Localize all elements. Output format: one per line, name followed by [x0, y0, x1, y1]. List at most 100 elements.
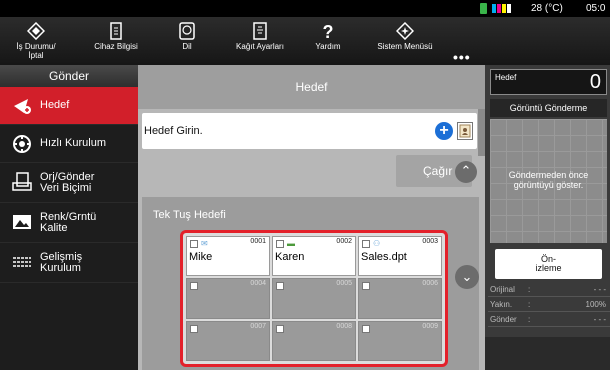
- recall-label: Çağır: [423, 164, 453, 178]
- send-icon: [14, 99, 31, 114]
- key-number: 0009: [422, 322, 438, 330]
- quick-setup-icon: [13, 135, 31, 153]
- screen: { "status": { "temperature": "28 (°C)", …: [0, 0, 610, 370]
- one-touch-key[interactable]: 0007: [186, 320, 270, 361]
- more-menu-button[interactable]: •••: [453, 49, 471, 65]
- address-book-icon[interactable]: [457, 122, 473, 140]
- info-row: Yakın.:100%: [488, 297, 610, 312]
- info-key: Yakın.: [490, 300, 513, 309]
- system-menu-label: Sistem Menüsü: [377, 42, 433, 51]
- key-number: 0001: [250, 238, 266, 245]
- key-checkbox[interactable]: [276, 324, 284, 333]
- one-touch-key[interactable]: ⚇ 0003 Sales.dpt: [358, 236, 442, 277]
- toner-level-icon: [492, 4, 511, 13]
- key-number: 0007: [250, 322, 266, 330]
- destination-count: 0: [589, 71, 601, 93]
- key-number: 0003: [422, 238, 438, 245]
- info-row: Orijinal: - - -: [488, 282, 610, 297]
- page-title: Hedef: [138, 65, 485, 109]
- key-number: 0004: [250, 280, 266, 288]
- sidebar-item-label: Hedef: [40, 99, 70, 111]
- preview-title: Görüntü Gönderme: [490, 99, 607, 117]
- one-touch-key[interactable]: ✉ 0001 Mike: [186, 236, 270, 277]
- info-key: Orijinal: [490, 285, 515, 294]
- sidebar-item-advanced-setup[interactable]: Gelişmiş Kurulum: [0, 243, 138, 283]
- key-checkbox[interactable]: [190, 324, 198, 333]
- sidebar-item-quick-setup[interactable]: Hızlı Kurulum: [0, 125, 138, 163]
- key-number: 0002: [336, 238, 352, 245]
- info-key: Gönder: [490, 315, 517, 324]
- image-quality-icon: [13, 215, 31, 229]
- key-checkbox[interactable]: [276, 240, 284, 248]
- one-touch-key[interactable]: 0006: [358, 278, 442, 319]
- device-info-label: Cihaz Bilgisi: [94, 42, 138, 51]
- clock: 05:0: [586, 3, 606, 14]
- job-status-label: İş Durumu/ İptal: [16, 42, 56, 60]
- language-button[interactable]: Dil: [167, 17, 207, 65]
- paper-settings-icon: [253, 22, 267, 40]
- email-icon: ✉: [201, 239, 208, 248]
- chevron-up-icon[interactable]: ⌃: [455, 161, 477, 183]
- job-info-list: Orijinal: - - - Yakın.:100% Gönder: - - -: [488, 282, 610, 327]
- info-value: - - -: [593, 315, 606, 324]
- preview-panel: Hedef 0 Görüntü Gönderme Göndermeden önc…: [485, 65, 610, 370]
- one-touch-key[interactable]: ▬ 0002 Karen: [272, 236, 356, 277]
- one-touch-key[interactable]: 0009: [358, 320, 442, 361]
- one-touch-grid: ✉ 0001 Mike ▬ 0002 Karen ⚇ 0003 Sales.dp…: [180, 230, 448, 367]
- function-sidebar: Gönder Hedef Hızlı Kurulum Orj/Gönder Ve…: [0, 65, 138, 370]
- device-info-icon: [110, 22, 122, 40]
- sidebar-item-label: Gelişmiş Kurulum: [40, 250, 83, 274]
- preview-message: Göndermeden önce görüntüyü göster.: [508, 170, 589, 190]
- one-touch-key-panel: Tek Tuş Hedefi ✉ 0001 Mike ▬ 0002 Karen …: [142, 197, 479, 370]
- info-footer: [485, 337, 610, 370]
- group-icon: ⚇: [373, 239, 381, 248]
- destination-entry-label: Hedef Girin.: [144, 125, 203, 137]
- key-name: Karen: [275, 251, 305, 263]
- key-number: 0008: [336, 322, 352, 330]
- key-checkbox[interactable]: [362, 240, 370, 248]
- original-format-icon: [12, 172, 32, 191]
- key-checkbox[interactable]: [190, 240, 198, 248]
- chevron-down-icon[interactable]: ⌄: [455, 265, 479, 289]
- temperature-readout: 28 (°C): [531, 3, 563, 14]
- sidebar-item-label: Hızlı Kurulum: [40, 137, 107, 149]
- one-touch-key[interactable]: 0008: [272, 320, 356, 361]
- paper-settings-button[interactable]: Kağıt Ayarları: [225, 17, 295, 65]
- one-touch-key[interactable]: 0005: [272, 278, 356, 319]
- job-status-button[interactable]: İş Durumu/ İptal: [4, 17, 68, 65]
- one-touch-key[interactable]: 0004: [186, 278, 270, 319]
- usb-icon: [480, 3, 487, 14]
- preview-area: Göndermeden önce görüntüyü göster.: [490, 119, 607, 243]
- language-icon: [179, 22, 195, 40]
- help-button[interactable]: ? Yardım: [308, 17, 348, 65]
- job-status-icon: [27, 22, 45, 40]
- key-checkbox[interactable]: [362, 282, 370, 291]
- add-destination-icon[interactable]: +: [435, 122, 453, 140]
- paper-settings-label: Kağıt Ayarları: [236, 42, 284, 51]
- help-label: Yardım: [315, 42, 341, 51]
- info-value: - - -: [593, 285, 606, 294]
- key-name: Mike: [189, 251, 213, 263]
- sidebar-item-image-quality[interactable]: Renk/Grntü Kalite: [0, 203, 138, 243]
- key-number: 0005: [336, 280, 352, 288]
- help-icon: ?: [323, 22, 334, 40]
- sidebar-title: Gönder: [0, 65, 138, 87]
- scrollbar[interactable]: [478, 109, 485, 156]
- key-checkbox[interactable]: [276, 282, 284, 291]
- key-checkbox[interactable]: [190, 282, 198, 291]
- key-name: Sales.dpt: [361, 251, 407, 263]
- device-info-button[interactable]: Cihaz Bilgisi: [84, 17, 148, 65]
- key-checkbox[interactable]: [362, 324, 370, 333]
- language-label: Dil: [182, 42, 192, 51]
- destination-counter[interactable]: Hedef 0: [490, 69, 607, 95]
- sidebar-item-destination[interactable]: Hedef: [0, 87, 138, 125]
- one-touch-title: Tek Tuş Hedefi: [153, 209, 226, 221]
- system-menu-button[interactable]: Sistem Menüsü: [370, 17, 440, 65]
- sidebar-item-label: Orj/Gönder Veri Biçimi: [40, 170, 95, 194]
- key-number: 0006: [422, 280, 438, 288]
- destination-entry-field[interactable]: Hedef Girin. +: [142, 113, 477, 149]
- preview-button-label: Ön- izleme: [535, 254, 562, 273]
- sidebar-item-original-format[interactable]: Orj/Gönder Veri Biçimi: [0, 163, 138, 203]
- advanced-setup-icon: [13, 257, 31, 267]
- preview-button[interactable]: Ön- izleme: [495, 249, 602, 279]
